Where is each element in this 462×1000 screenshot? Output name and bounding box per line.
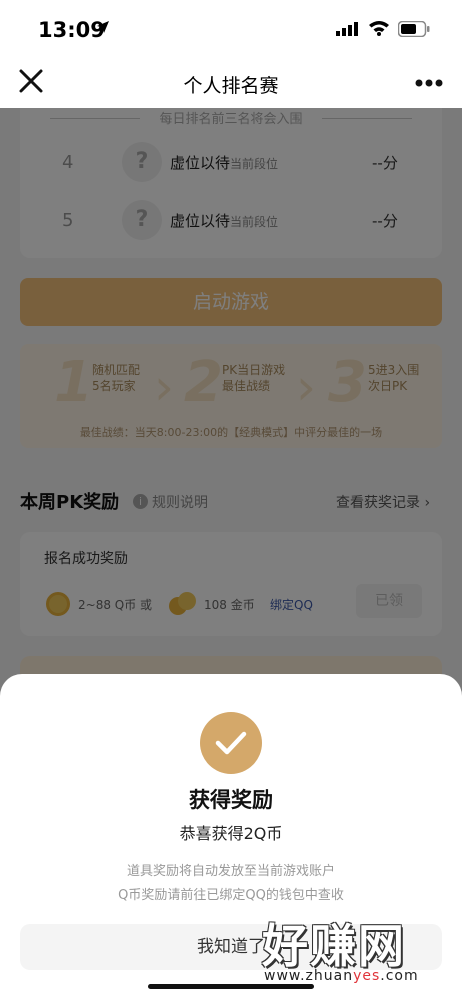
success-check-icon xyxy=(200,712,262,774)
watermark-url: www.zhuanyes.com xyxy=(264,968,419,984)
nav-bar: 个人排名赛 xyxy=(0,58,462,108)
dialog-title: 获得奖励 xyxy=(189,788,273,812)
dialog-subtitle: 恭喜获得2Q币 xyxy=(179,824,283,843)
status-time: 13:09 xyxy=(38,18,105,42)
status-bar: 13:09 xyxy=(0,0,462,58)
battery-icon xyxy=(398,21,430,37)
watermark-logo: 好赚网 xyxy=(262,919,406,973)
dialog-description: 道具奖励将自动发放至当前游戏账户 xyxy=(126,864,335,879)
page-title: 个人排名赛 xyxy=(183,75,279,97)
watermark-url-a: www.zhuan xyxy=(264,968,354,984)
dialog-description: Q币奖励请前往已绑定QQ的钱包中查收 xyxy=(118,888,344,903)
watermark-url-b: yes xyxy=(353,968,381,984)
watermark-url-c: .com xyxy=(380,968,419,984)
location-arrow-icon xyxy=(97,21,109,33)
cellular-signal-icon xyxy=(336,22,358,36)
wifi-icon xyxy=(369,21,389,36)
watermark: 好赚网 www.zhuanyes.com xyxy=(262,910,454,990)
more-options-icon[interactable] xyxy=(414,78,444,88)
